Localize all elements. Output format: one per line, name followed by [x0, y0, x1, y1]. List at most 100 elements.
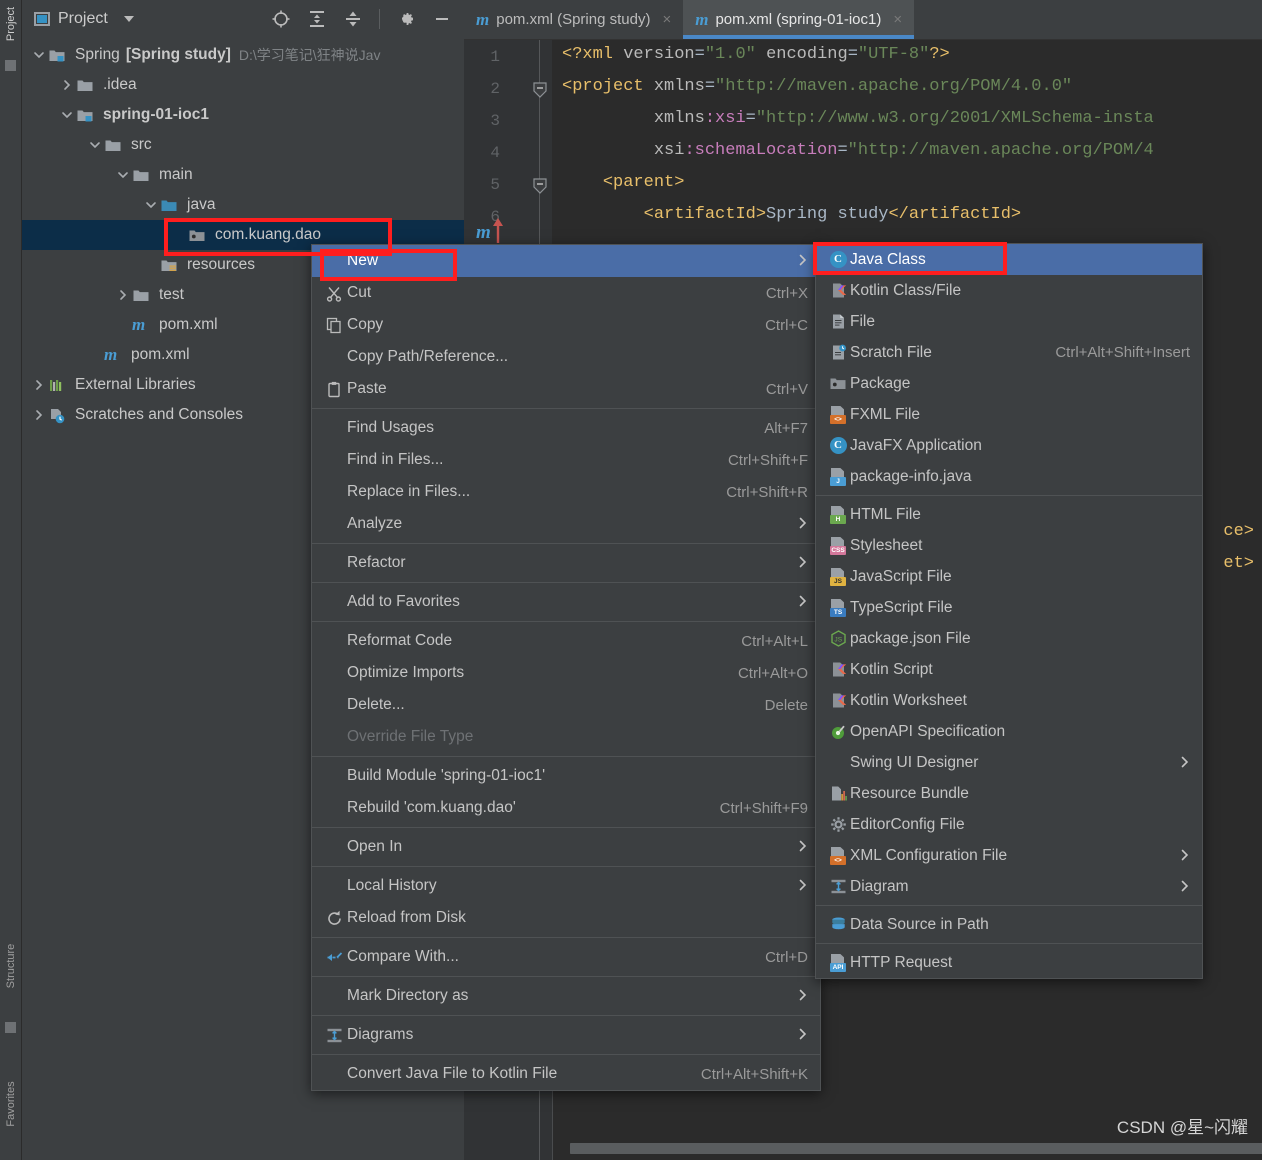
menu-item-diagram[interactable]: Diagram — [816, 871, 1202, 902]
menu-item-copy-path-reference[interactable]: Copy Path/Reference... — [312, 341, 820, 373]
menu-item-file[interactable]: File — [816, 306, 1202, 337]
tool-tab-structure[interactable]: Structure — [5, 935, 17, 997]
menu-separator — [312, 582, 820, 583]
chevron-right-icon[interactable] — [114, 286, 132, 304]
gear-icon[interactable] — [396, 9, 416, 29]
locate-target-icon[interactable] — [271, 9, 291, 29]
menu-item-open-in[interactable]: Open In — [312, 831, 820, 863]
chevron-down-icon[interactable] — [123, 16, 134, 22]
chevron-right-icon — [798, 594, 808, 610]
menu-item-java-class[interactable]: C Java Class — [816, 244, 1202, 275]
tree-item-label: Spring — [75, 46, 120, 63]
maven-run-marker-icon[interactable]: m — [476, 216, 506, 246]
menu-item-find-usages[interactable]: Find Usages Alt+F7 — [312, 412, 820, 444]
menu-item-copy[interactable]: Copy Ctrl+C — [312, 309, 820, 341]
menu-item-scratch-file[interactable]: Scratch File Ctrl+Alt+Shift+Insert — [816, 337, 1202, 368]
menu-item-diagrams[interactable]: Diagrams — [312, 1019, 820, 1051]
minimize-icon[interactable] — [432, 9, 452, 29]
tool-tab-favorites[interactable]: Favorites — [5, 1073, 17, 1135]
menu-item-label: New — [347, 252, 379, 269]
chevron-right-icon[interactable] — [58, 76, 76, 94]
obscured-code-fragment-1: ce> — [1223, 522, 1254, 541]
horizontal-scrollbar-thumb[interactable] — [570, 1143, 1262, 1154]
menu-item-javafx-application[interactable]: C JavaFX Application — [816, 430, 1202, 461]
menu-item-add-to-favorites[interactable]: Add to Favorites — [312, 586, 820, 618]
menu-item-build-module-spring-01-ioc1[interactable]: Build Module 'spring-01-ioc1' — [312, 760, 820, 792]
menu-item-label: Copy Path/Reference... — [347, 348, 509, 365]
chevron-down-icon[interactable] — [114, 166, 132, 184]
close-icon[interactable]: × — [662, 11, 671, 28]
editor-tab-2[interactable]: m pom.xml (spring-01-ioc1) × — [683, 0, 915, 39]
menu-item-optimize-imports[interactable]: Optimize Imports Ctrl+Alt+O — [312, 657, 820, 689]
menu-item-kotlin-worksheet[interactable]: Kotlin Worksheet — [816, 685, 1202, 716]
chevron-right-icon[interactable] — [30, 376, 48, 394]
menu-item-http-request[interactable]: API HTTP Request — [816, 947, 1202, 978]
menu-item-package[interactable]: Package — [816, 368, 1202, 399]
close-icon[interactable]: × — [893, 11, 902, 28]
code-fold-icon[interactable] — [533, 178, 547, 194]
tree-item-spring-01-ioc1[interactable]: spring-01-ioc1 — [22, 100, 464, 130]
menu-item-package-json-file[interactable]: JS package.json File — [816, 623, 1202, 654]
gear-icon — [826, 816, 850, 833]
nodejs-icon: JS — [826, 630, 850, 647]
expand-all-icon[interactable] — [307, 9, 327, 29]
menu-item-xml-configuration-file[interactable]: <> XML Configuration File — [816, 840, 1202, 871]
menu-item-mark-directory-as[interactable]: Mark Directory as — [312, 980, 820, 1012]
maven-icon: m — [104, 345, 118, 364]
tree-item-label: com.kuang.dao — [215, 226, 321, 243]
menu-item-local-history[interactable]: Local History — [312, 870, 820, 902]
tree-item-path: D:\学习笔记\狂神说Jav — [238, 47, 381, 63]
menu-separator — [312, 866, 820, 867]
tool-tab-project[interactable]: Project — [5, 0, 17, 55]
menu-item-label: Open In — [347, 838, 403, 855]
menu-item-package-info-java[interactable]: Jpackage-info.java — [816, 461, 1202, 492]
watermark: CSDN @星~闪耀 — [1116, 1118, 1248, 1137]
menu-item-resource-bundle[interactable]: Resource Bundle — [816, 778, 1202, 809]
menu-item-paste[interactable]: Paste Ctrl+V — [312, 373, 820, 405]
menu-item-data-source-in-path[interactable]: Data Source in Path — [816, 909, 1202, 940]
menu-item-javascript-file[interactable]: JS JavaScript File — [816, 561, 1202, 592]
tree-item-spring[interactable]: Spring [Spring study] D:\学习笔记\狂神说Jav — [22, 40, 464, 70]
menu-item-reformat-code[interactable]: Reformat Code Ctrl+Alt+L — [312, 625, 820, 657]
menu-item-stylesheet[interactable]: CSS Stylesheet — [816, 530, 1202, 561]
menu-item-label: Find in Files... — [347, 451, 444, 468]
menu-item-editorconfig-file[interactable]: EditorConfig File — [816, 809, 1202, 840]
menu-item-openapi-specification[interactable]: OpenAPI Specification — [816, 716, 1202, 747]
menu-item-convert-java-file-to-kotlin-file[interactable]: Convert Java File to Kotlin File Ctrl+Alt… — [312, 1058, 820, 1090]
tree-item-src[interactable]: src — [22, 130, 464, 160]
menu-item-cut[interactable]: Cut Ctrl+X — [312, 277, 820, 309]
menu-item-html-file[interactable]: H HTML File — [816, 499, 1202, 530]
menu-item-refactor[interactable]: Refactor — [312, 547, 820, 579]
tree-item-java[interactable]: java — [22, 190, 464, 220]
editor-tab-label: pom.xml (spring-01-ioc1) — [715, 11, 882, 28]
java-file-icon: J — [826, 467, 850, 486]
menu-item-find-in-files[interactable]: Find in Files... Ctrl+Shift+F — [312, 444, 820, 476]
chevron-right-icon[interactable] — [30, 406, 48, 424]
resource-bundle-icon — [826, 785, 850, 802]
menu-item-reload-from-disk[interactable]: Reload from Disk — [312, 902, 820, 934]
menu-item-analyze[interactable]: Analyze — [312, 508, 820, 540]
menu-separator — [816, 495, 1202, 496]
menu-item-kotlin-class-file[interactable]: Kotlin Class/File — [816, 275, 1202, 306]
menu-item-rebuild-com-kuang-dao[interactable]: Rebuild 'com.kuang.dao' Ctrl+Shift+F9 — [312, 792, 820, 824]
editor-tab-1[interactable]: m pom.xml (Spring study) × — [464, 0, 683, 39]
code-fold-icon[interactable] — [533, 82, 547, 98]
menu-separator — [816, 943, 1202, 944]
menu-item-label: Local History — [347, 877, 437, 894]
collapse-all-icon[interactable] — [343, 9, 363, 29]
tree-item-main[interactable]: main — [22, 160, 464, 190]
chevron-down-icon[interactable] — [58, 106, 76, 124]
menu-item-kotlin-script[interactable]: Kotlin Script — [816, 654, 1202, 685]
chevron-down-icon[interactable] — [86, 136, 104, 154]
chevron-right-icon — [798, 516, 808, 532]
menu-item-compare-with[interactable]: Compare With... Ctrl+D — [312, 941, 820, 973]
menu-item-fxml-file[interactable]: <> FXML File — [816, 399, 1202, 430]
menu-item-typescript-file[interactable]: TS TypeScript File — [816, 592, 1202, 623]
tree-item-idea[interactable]: .idea — [22, 70, 464, 100]
chevron-down-icon[interactable] — [30, 46, 48, 64]
menu-item-replace-in-files[interactable]: Replace in Files... Ctrl+Shift+R — [312, 476, 820, 508]
menu-item-delete[interactable]: Delete... Delete — [312, 689, 820, 721]
menu-item-swing-ui-designer[interactable]: Swing UI Designer — [816, 747, 1202, 778]
chevron-down-icon[interactable] — [142, 196, 160, 214]
menu-item-new[interactable]: New — [312, 245, 820, 277]
